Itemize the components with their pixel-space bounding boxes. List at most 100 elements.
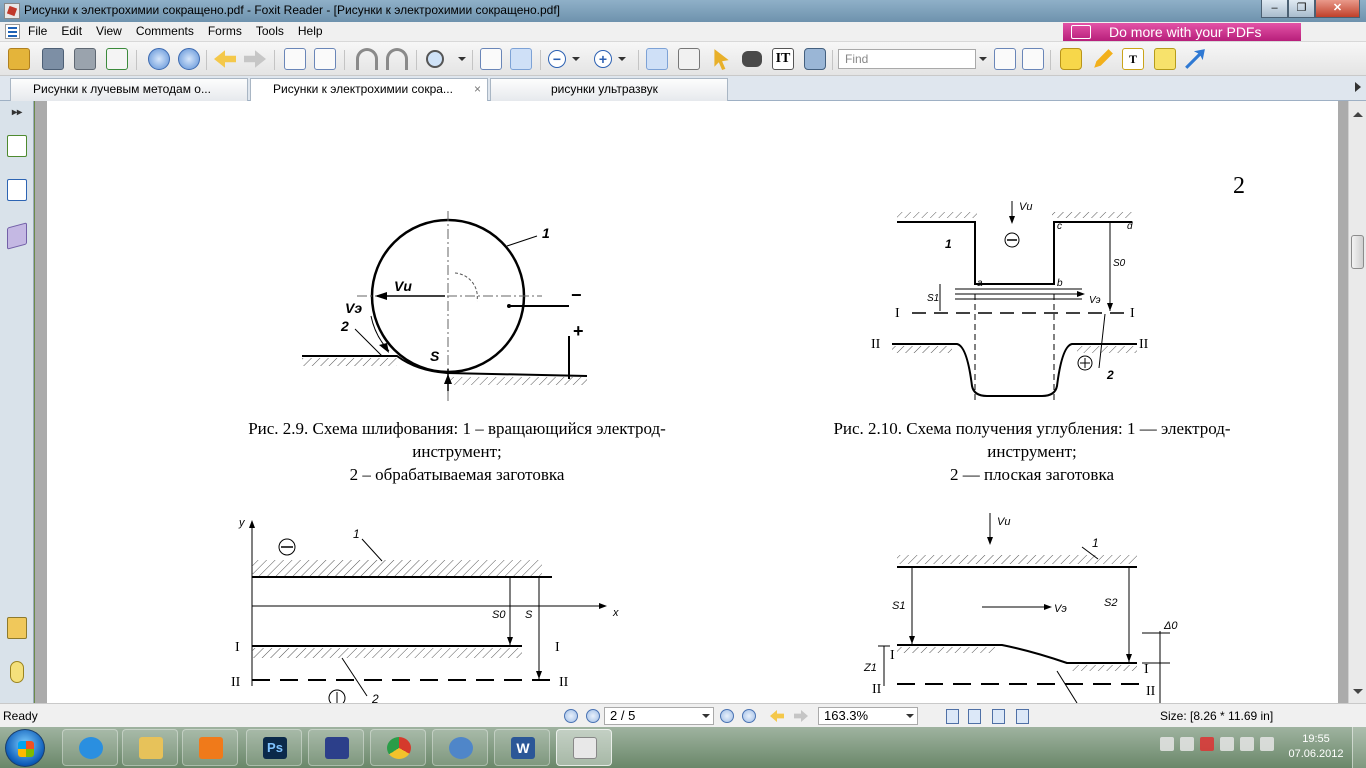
fit-page-icon[interactable] [480, 48, 502, 70]
figure-bottom-right-gap-diagram: Vи 1 S1 S2 Vэ Z1 Δ0 I I II II [863, 513, 1178, 703]
bookmarks-icon[interactable] [7, 135, 27, 157]
find-dropdown-icon[interactable] [976, 49, 990, 69]
snapshot-camera-icon[interactable] [804, 48, 826, 70]
zoom-in-dropdown-icon[interactable] [616, 48, 626, 70]
search-binoculars-icon[interactable] [742, 51, 762, 67]
last-page-icon[interactable] [742, 709, 756, 723]
scroll-thumb[interactable] [1351, 235, 1364, 269]
taskbar-blue-app[interactable] [432, 729, 488, 766]
tab-ultrazvuk[interactable]: рисунки ультразвук [490, 78, 728, 101]
page-dropdown-icon[interactable] [702, 714, 710, 722]
menu-comments[interactable]: Comments [136, 24, 194, 38]
arrow-tool-icon[interactable] [1185, 49, 1205, 69]
note-icon[interactable] [1154, 48, 1176, 70]
fig210-label-1: 1 [945, 237, 952, 251]
next-page-status-icon[interactable] [720, 709, 734, 723]
volume-icon[interactable] [1180, 737, 1194, 751]
zoom-level-dropdown-icon[interactable] [906, 714, 914, 722]
redo-icon[interactable] [386, 48, 408, 70]
continuous-facing-view-icon[interactable] [1016, 709, 1029, 724]
save-icon[interactable] [42, 48, 64, 70]
go-back-icon[interactable] [214, 50, 236, 68]
first-page-icon[interactable] [564, 709, 578, 723]
minimize-button[interactable]: – [1261, 0, 1288, 18]
tab-elektrokhimii[interactable]: Рисунки к электрохимии сокра... × [250, 78, 488, 101]
single-page-view-icon[interactable] [946, 709, 959, 724]
foxit-app-icon[interactable] [4, 3, 20, 19]
go-forward-icon[interactable] [244, 50, 266, 68]
menu-help[interactable]: Help [298, 24, 323, 38]
restore-button[interactable]: ❐ [1288, 0, 1315, 18]
loupe-tool-icon[interactable] [678, 48, 700, 70]
taskbar-word[interactable]: W [494, 729, 550, 766]
flag-icon[interactable] [1240, 737, 1254, 751]
typewriter-icon[interactable] [1060, 48, 1082, 70]
layers-icon[interactable] [7, 222, 27, 250]
next-page-icon[interactable] [178, 48, 200, 70]
fit-width-icon[interactable] [510, 48, 532, 70]
tab-label: Рисунки к электрохимии сокра... [273, 82, 453, 96]
facing-view-icon[interactable] [992, 709, 1005, 724]
start-button[interactable] [5, 729, 45, 767]
select-annotation-icon[interactable] [714, 49, 729, 70]
menu-edit[interactable]: Edit [61, 24, 82, 38]
system-clock[interactable]: 19:55 07.06.2012 [1286, 732, 1346, 762]
taskbar-file-explorer[interactable] [122, 729, 178, 766]
taskbar-internet-explorer[interactable] [62, 729, 118, 766]
email-icon[interactable] [106, 48, 128, 70]
previous-page-icon[interactable] [148, 48, 170, 70]
show-desktop-button[interactable] [1352, 727, 1366, 768]
print-icon[interactable] [74, 48, 96, 70]
find-next-icon[interactable] [1022, 48, 1044, 70]
find-input[interactable]: Find [838, 49, 976, 69]
tab-close-icon[interactable]: × [474, 79, 481, 100]
zoom-out-icon[interactable]: − [548, 50, 566, 68]
hand-tool-icon[interactable] [646, 48, 668, 70]
expand-panel-icon[interactable]: ▸▸ [12, 107, 22, 118]
document-properties-icon[interactable] [314, 48, 336, 70]
find-previous-icon[interactable] [994, 48, 1016, 70]
tab-luchevym[interactable]: Рисунки к лучевым методам о... [10, 78, 248, 101]
menu-view[interactable]: View [96, 24, 122, 38]
zoom-tool-icon[interactable] [426, 50, 444, 68]
taskbar-save-disk[interactable] [308, 729, 364, 766]
power-icon[interactable] [1220, 737, 1234, 751]
pencil-icon[interactable] [1094, 49, 1113, 68]
undo-icon[interactable] [356, 48, 378, 70]
pages-icon[interactable] [7, 179, 27, 201]
close-button[interactable]: ✕ [1315, 0, 1360, 18]
menu-tools[interactable]: Tools [256, 24, 284, 38]
select-text-icon[interactable]: IT [772, 48, 794, 70]
page-number-field[interactable]: 2 / 5 [604, 707, 714, 725]
attachments-icon[interactable] [10, 661, 24, 683]
open-folder-icon[interactable] [8, 48, 30, 70]
taskbar-photoshop[interactable]: Ps [246, 729, 302, 766]
taskbar-media-player[interactable] [182, 729, 238, 766]
next-view-icon[interactable] [794, 710, 808, 722]
scroll-up-icon[interactable] [1353, 107, 1363, 117]
textbox-icon[interactable]: T [1122, 48, 1144, 70]
taskbar-chrome[interactable] [370, 729, 426, 766]
language-icon[interactable] [1260, 737, 1274, 751]
document-view[interactable]: 2 1 2 Vи Vэ S − + Рис. 2.9. Схема шлифов… [35, 101, 1348, 703]
floppy-disk-icon [325, 737, 349, 759]
zoom-out-dropdown-icon[interactable] [570, 48, 580, 70]
document-icon[interactable] [284, 48, 306, 70]
tab-scroll-right-icon[interactable] [1355, 82, 1366, 92]
zoom-level-field[interactable]: 163.3% [818, 707, 918, 725]
menu-forms[interactable]: Forms [208, 24, 242, 38]
document-menu-icon[interactable] [5, 24, 20, 39]
continuous-view-icon[interactable] [968, 709, 981, 724]
prev-page-icon[interactable] [586, 709, 600, 723]
tray-arrow-icon[interactable] [1160, 737, 1174, 751]
promo-banner[interactable]: Do more with your PDFs [1063, 23, 1301, 41]
comments-panel-icon[interactable] [7, 617, 27, 639]
scroll-down-icon[interactable] [1353, 689, 1363, 699]
zoom-dropdown-icon[interactable] [456, 48, 466, 70]
previous-view-icon[interactable] [770, 710, 784, 722]
menu-file[interactable]: File [28, 24, 47, 38]
vertical-scrollbar[interactable] [1348, 101, 1366, 703]
network-icon[interactable] [1200, 737, 1214, 751]
zoom-in-icon[interactable]: + [594, 50, 612, 68]
taskbar-foxit-reader[interactable] [556, 729, 612, 766]
